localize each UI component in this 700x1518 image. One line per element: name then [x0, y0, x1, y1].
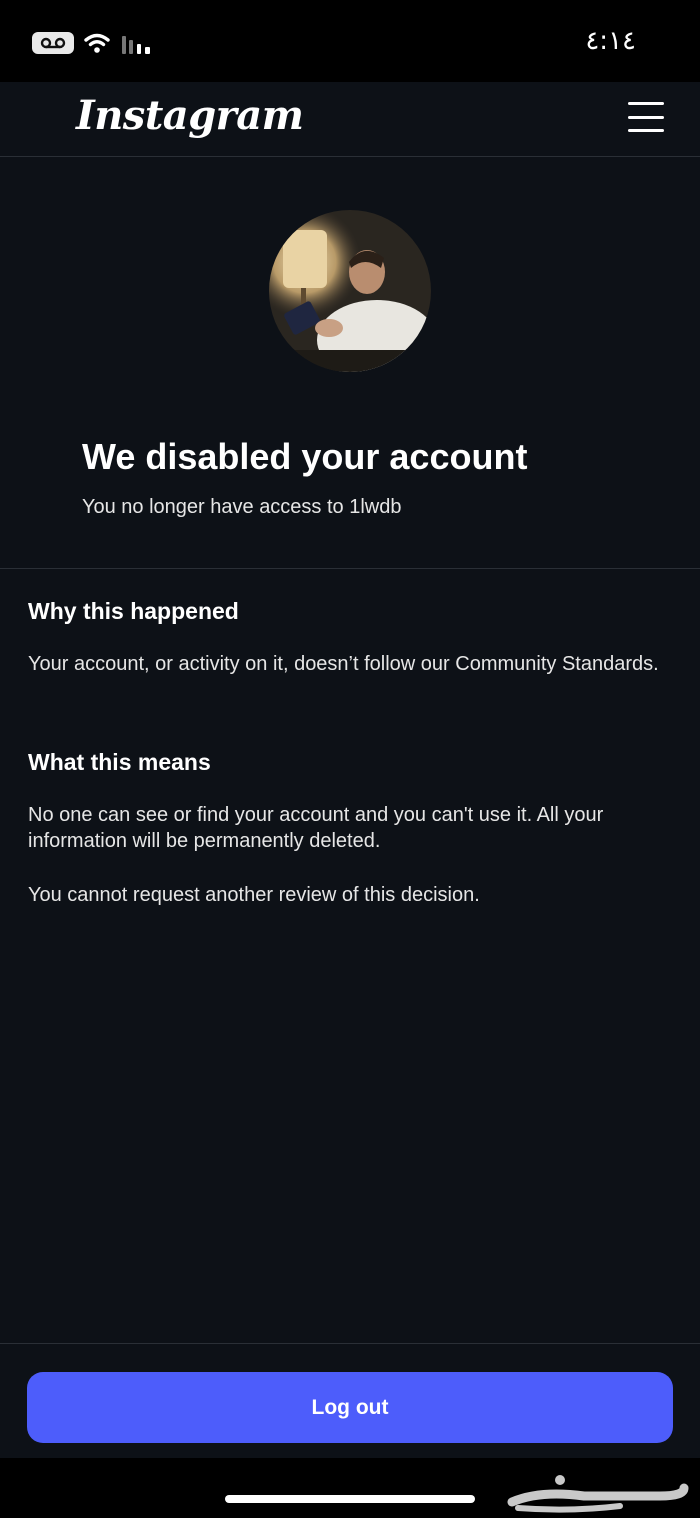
status-time: ٤:١٤	[585, 26, 636, 56]
watermark-logo	[507, 1475, 689, 1513]
page-subtitle: You no longer have access to 1lwdb	[82, 496, 402, 518]
divider	[0, 1343, 700, 1344]
app-header: Instagram	[0, 82, 700, 157]
home-indicator[interactable]	[225, 1495, 475, 1503]
voicemail-icon	[32, 32, 74, 54]
why-this-happened-section: Why this happened Your account, or activ…	[28, 598, 668, 677]
what-this-means-section: What this means No one can see or find y…	[28, 749, 668, 908]
status-bar: ٤:١٤	[0, 0, 700, 82]
section-paragraph: No one can see or find your account and …	[28, 804, 604, 852]
page-title: We disabled your account	[82, 436, 528, 477]
instagram-logo[interactable]: Instagram	[76, 92, 304, 139]
section-paragraph: You cannot request another review of thi…	[28, 884, 480, 906]
profile-avatar	[269, 210, 431, 372]
log-out-button[interactable]: Log out	[27, 1372, 673, 1443]
disabled-account-screen: Instagram We disabled your account You n…	[0, 82, 700, 1458]
wifi-icon	[84, 33, 110, 53]
bottom-bar	[0, 1458, 700, 1518]
status-icons	[32, 28, 154, 58]
divider	[0, 568, 700, 569]
section-heading: Why this happened	[28, 598, 239, 624]
section-heading: What this means	[28, 749, 211, 775]
cellular-signal-icon	[122, 36, 150, 54]
section-paragraph: Your account, or activity on it, doesn’t…	[28, 653, 659, 675]
hamburger-menu-icon[interactable]	[628, 102, 664, 132]
